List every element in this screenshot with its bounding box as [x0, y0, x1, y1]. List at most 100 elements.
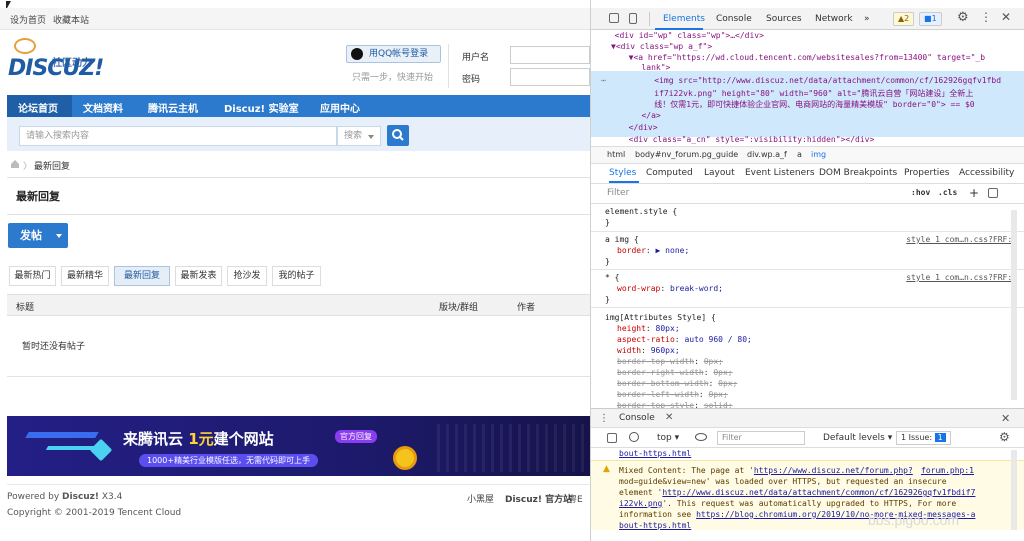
search-button[interactable] — [387, 125, 409, 146]
search-input[interactable]: 请输入搜索内容 — [19, 126, 337, 146]
stylesheet-link[interactable]: style_1_com…n.css?FRF:1 — [906, 273, 1017, 282]
dom-line[interactable]: ▼<a href="https://wd.cloud.tencent.com/w… — [619, 53, 985, 62]
tab-console[interactable]: Console — [716, 14, 752, 24]
nav-item-home[interactable]: 论坛首页 — [18, 100, 58, 115]
password-input[interactable] — [510, 68, 590, 86]
rule-a-img[interactable]: a img { style_1_com…n.css?FRF:1 border: … — [591, 232, 1024, 270]
dom-line[interactable]: <div id="wp" class="wp">…</div> — [605, 31, 764, 40]
dom-line[interactable]: <div class="a_cn" style=":visibility:hid… — [619, 135, 875, 144]
tab-latest-posted[interactable]: 最新发表 — [175, 266, 222, 286]
log-levels-select[interactable]: Default levels ▾ — [823, 433, 892, 443]
clear-console-icon[interactable] — [629, 432, 639, 442]
css-property-row[interactable]: width: 960px; — [617, 346, 680, 355]
css-property-row[interactable]: border-top-style: solid; — [617, 401, 733, 408]
css-property-row[interactable]: border-right-width: 0px; — [617, 368, 733, 377]
bookmark-link[interactable]: 收藏本站 — [53, 13, 89, 26]
nav-item-tencent-cloud[interactable]: 腾讯云主机 — [148, 100, 198, 115]
dom-line[interactable]: lank"> — [627, 63, 670, 72]
subtab-computed[interactable]: Computed — [646, 168, 693, 178]
console-filter-input[interactable]: Filter — [717, 431, 805, 445]
search-scope-select[interactable]: 搜索 — [337, 126, 381, 146]
console-prev-link[interactable]: bout-https.html — [619, 449, 691, 458]
nav-item-lab[interactable]: Discuz! 实验室 — [224, 100, 299, 115]
warning-link[interactable]: bout-https.html — [619, 521, 691, 530]
tab-latest-reply[interactable]: 最新回复 — [114, 266, 170, 286]
warning-link[interactable]: i22vk.png — [619, 499, 662, 508]
warning-count-badge[interactable]: ▲2 — [893, 12, 915, 26]
subtab-properties[interactable]: Properties — [904, 168, 949, 178]
gear-icon[interactable]: ⚙ — [957, 10, 969, 25]
dom-line[interactable]: </a> — [627, 111, 660, 120]
rule-element-style[interactable]: element.style { } — [591, 204, 1024, 232]
new-post-button[interactable]: 发帖 — [8, 223, 68, 248]
tab-sources[interactable]: Sources — [766, 14, 802, 24]
subtab-styles[interactable]: Styles — [609, 168, 636, 178]
issues-button[interactable]: 1 Issue: 1 — [896, 431, 951, 445]
eye-icon[interactable] — [695, 433, 707, 441]
css-property-row[interactable]: border-left-width: 0px; — [617, 390, 728, 399]
footer-link-blacklist[interactable]: 小黑屋 — [467, 492, 494, 505]
tab-my-posts[interactable]: 我的帖子 — [272, 266, 321, 286]
crumb-a[interactable]: a — [797, 150, 802, 159]
subtab-accessibility[interactable]: Accessibility — [959, 168, 1014, 178]
home-icon[interactable] — [10, 159, 20, 169]
close-drawer-icon[interactable]: ✕ — [1001, 412, 1010, 425]
css-property-row[interactable]: height: 80px; — [617, 324, 680, 333]
qq-login-button[interactable]: 用QQ帐号登录 — [346, 45, 441, 63]
styles-scrollbar[interactable] — [1011, 210, 1017, 400]
warning-link[interactable]: https://www.discuz.net/forum.php? — [754, 466, 913, 475]
gear-icon[interactable]: ⚙ — [999, 430, 1010, 444]
device-toolbar-icon[interactable] — [629, 13, 637, 24]
console-scrollbar[interactable] — [1011, 450, 1017, 530]
subtab-layout[interactable]: Layout — [704, 168, 735, 178]
footer-link-official[interactable]: Discuz! 官方站 — [505, 492, 572, 505]
nav-item-apps[interactable]: 应用中心 — [320, 100, 360, 115]
sidebar-toggle-icon[interactable] — [607, 433, 617, 443]
username-input[interactable] — [510, 46, 590, 64]
styles-filter-input[interactable]: Filter — [607, 188, 629, 198]
drawer-menu-icon[interactable]: ⋮ — [599, 413, 609, 424]
message-count-badge[interactable]: ■1 — [919, 12, 942, 26]
subtab-dom-breakpoints[interactable]: DOM Breakpoints — [819, 168, 897, 178]
class-toggle[interactable]: .cls — [938, 188, 957, 197]
stylesheet-link[interactable]: style_1_com…n.css?FRF:1 — [906, 235, 1017, 244]
tab-elements[interactable]: Elements — [663, 14, 705, 24]
crumb-img[interactable]: img — [811, 150, 826, 159]
kebab-menu-icon[interactable]: ⋮ — [980, 10, 992, 24]
close-icon[interactable]: ✕ — [1001, 10, 1011, 24]
dom-line[interactable]: </div> — [619, 123, 658, 132]
dom-line-selected[interactable]: if7i22vk.png" height="80" width="960" al… — [635, 88, 973, 99]
css-property-row[interactable]: border-bottom-width: 0px; — [617, 379, 737, 388]
context-select[interactable]: top ▾ — [657, 433, 679, 443]
subtab-event-listeners[interactable]: Event Listeners — [745, 168, 815, 178]
node-ellipsis[interactable]: ⋯ — [601, 76, 606, 85]
dom-line-selected[interactable]: <img src="http://www.discuz.net/data/att… — [635, 76, 1001, 85]
crumb-html[interactable]: html — [607, 150, 625, 159]
tab-sofa[interactable]: 抢沙发 — [227, 266, 267, 286]
add-rule-button[interactable]: + — [969, 186, 979, 200]
computed-sidebar-icon[interactable] — [988, 188, 998, 198]
nav-item-docs[interactable]: 文档资料 — [83, 100, 123, 115]
set-home-link[interactable]: 设为首页 — [10, 13, 46, 26]
rule-img-attributes[interactable]: img[Attributes Style] { height: 80px; asp… — [591, 310, 1024, 408]
ad-banner[interactable]: 来腾讯云 1元建个网站 1000+精美行业模版任选，无需代码即可上手 官方回复 — [7, 416, 590, 476]
more-tabs-button[interactable]: » — [864, 14, 870, 24]
crumb-div[interactable]: div.wp.a_f — [747, 150, 787, 159]
tab-hot[interactable]: 最新热门 — [9, 266, 56, 286]
tab-network[interactable]: Network — [815, 14, 853, 24]
site-logo[interactable]: DISCUZ! — [8, 56, 104, 81]
dom-line[interactable]: ▼<div class="wp a_f"> — [611, 42, 712, 51]
rule-star[interactable]: * { style_1_com…n.css?FRF:1 word-wrap: b… — [591, 270, 1024, 308]
warning-source-link[interactable]: forum.php:1 — [921, 465, 974, 476]
drawer-tab-console[interactable]: Console — [619, 413, 655, 423]
inspect-icon[interactable] — [609, 13, 619, 23]
dom-line-selected[interactable]: 线！仅需1元，即可快捷体验企业官网、电商网站的海量精美模版" border="0… — [635, 99, 974, 110]
close-icon[interactable]: ✕ — [665, 412, 673, 423]
footer-link-icp[interactable]: 粤E — [568, 492, 583, 505]
css-property-row[interactable]: border-top-width: 0px; — [617, 357, 723, 366]
hover-state-toggle[interactable]: :hov — [911, 188, 930, 197]
warning-link[interactable]: http://www.discuz.net/data/attachment/co… — [662, 488, 975, 497]
tab-digest[interactable]: 最新精华 — [61, 266, 109, 286]
crumb-body[interactable]: body#nv_forum.pg_guide — [635, 150, 738, 159]
css-property-row[interactable]: aspect-ratio: auto 960 / 80; — [617, 335, 752, 344]
